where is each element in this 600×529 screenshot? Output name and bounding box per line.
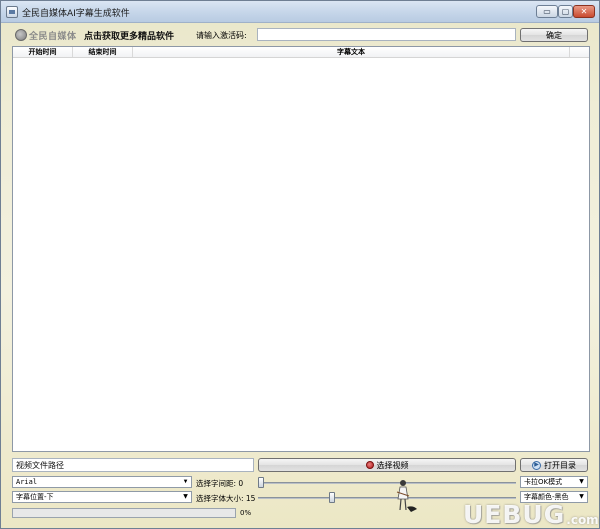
- column-subtitle-text[interactable]: 字幕文本: [133, 47, 570, 57]
- app-icon: [6, 6, 18, 18]
- select-video-button[interactable]: 选择视频: [258, 458, 516, 472]
- subtitle-position-select[interactable]: 字幕位置-下 ▼: [12, 491, 192, 503]
- watermark-main: UEBUG: [463, 500, 566, 529]
- font-select[interactable]: Arial ▼: [12, 476, 192, 488]
- font-size-label: 选择字体大小: 15: [196, 494, 256, 503]
- spacing-slider-thumb[interactable]: [258, 477, 264, 488]
- font-size-slider-thumb[interactable]: [329, 492, 335, 503]
- spacing-label: 选择字间距: 0: [196, 479, 244, 488]
- arrow-right-icon: ▶: [532, 460, 541, 470]
- title-bar: 全民自媒体AI字幕生成软件 ▭ ▢ ✕: [1, 1, 599, 23]
- table-header: 开始时间 结束时间 字幕文本: [13, 47, 589, 58]
- activation-code-label: 请输入激活码:: [196, 31, 247, 40]
- app-window: 全民自媒体AI字幕生成软件 ▭ ▢ ✕ 全民自媒体 点击获取更多精品软件 请输入…: [0, 0, 600, 529]
- karaoke-mode-value: 卡拉OK模式: [524, 478, 563, 486]
- column-start-time[interactable]: 开始时间: [13, 47, 73, 57]
- subtitle-table[interactable]: 开始时间 结束时间 字幕文本: [12, 46, 590, 452]
- site-watermark: UEBUG .com: [463, 494, 599, 529]
- chevron-down-icon: ▼: [579, 478, 584, 485]
- window-title: 全民自媒体AI字幕生成软件: [22, 9, 130, 19]
- confirm-button[interactable]: 确定: [520, 28, 588, 42]
- logo-text: 全民自媒体: [29, 31, 77, 42]
- font-select-value: Arial: [16, 478, 38, 486]
- minimize-button[interactable]: ▭: [536, 5, 558, 18]
- karaoke-mode-select[interactable]: 卡拉OK模式 ▼: [520, 476, 588, 488]
- brand-logo: 全民自媒体: [15, 28, 77, 42]
- promo-link[interactable]: 点击获取更多精品软件: [84, 29, 174, 42]
- guitar-figure-decoration: [396, 480, 417, 512]
- close-button[interactable]: ✕: [573, 5, 595, 18]
- select-video-label: 选择视频: [376, 460, 409, 470]
- open-directory-button[interactable]: ▶ 打开目录: [520, 458, 588, 472]
- subtitle-position-value: 字幕位置-下: [16, 493, 54, 501]
- progress-bar: [12, 508, 236, 518]
- record-icon: [365, 461, 374, 469]
- column-end-time[interactable]: 结束时间: [73, 47, 133, 57]
- confirm-button-label: 确定: [546, 30, 562, 40]
- open-directory-label: 打开目录: [544, 460, 576, 470]
- chevron-down-icon: ▼: [183, 493, 188, 500]
- video-path-field[interactable]: 视频文件路径: [12, 458, 254, 472]
- column-filler: [570, 47, 589, 57]
- spacing-slider-track[interactable]: [258, 477, 516, 488]
- progress-percent: 0%: [240, 509, 252, 517]
- chevron-down-icon: ▼: [183, 478, 188, 485]
- watermark-suffix: .com: [566, 513, 599, 527]
- activation-code-input[interactable]: [257, 28, 516, 41]
- maximize-button[interactable]: ▢: [558, 5, 573, 18]
- logo-icon: [15, 29, 27, 41]
